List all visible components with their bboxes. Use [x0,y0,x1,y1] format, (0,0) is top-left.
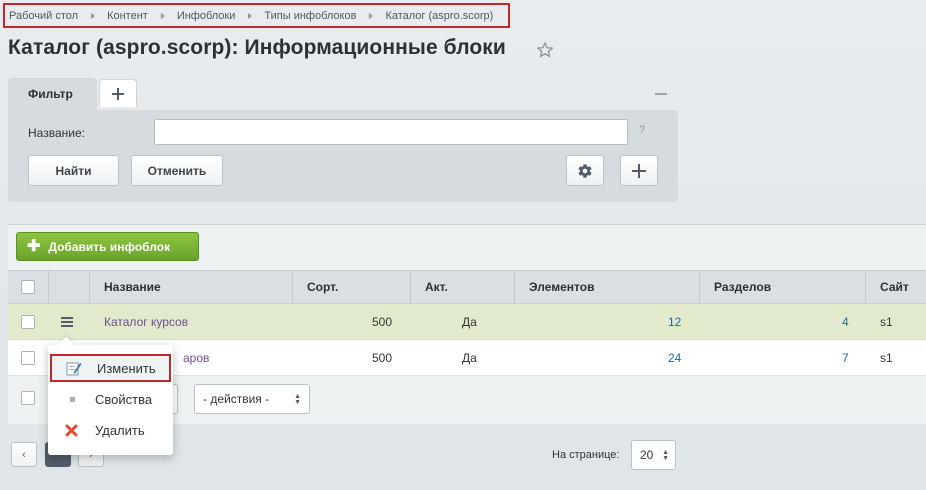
breadcrumb: Рабочий стол Контент Инфоблоки Типы инфо… [3,3,510,28]
page-title: Каталог (aspro.scorp): Информационные бл… [8,36,506,59]
actions-select-label: - действия - [203,392,270,406]
row-name-link[interactable]: Каталог курсов [104,304,188,340]
filter-panel: Название: ? Найти Отменить [8,110,678,202]
minimize-filter-icon[interactable] [655,93,667,95]
find-button[interactable]: Найти [28,155,119,186]
menu-item-properties-label: Свойства [95,391,153,407]
breadcrumb-iblocks[interactable]: Инфоблоки [177,10,236,22]
footer-checkbox[interactable] [21,391,35,405]
column-name[interactable]: Название [89,271,292,303]
gear-icon [578,163,592,178]
table-header: Название Сорт. Акт. Элементов Разделов С… [8,270,926,304]
row-active: Да [462,351,477,365]
add-iblock-label: Добавить инфоблок [48,239,171,254]
menu-item-delete[interactable]: Удалить [50,416,171,444]
breadcrumb-separator-icon [160,12,165,19]
delete-icon [65,424,78,437]
column-actions [48,271,89,303]
select-arrows-icon: ▲ ▼ [294,393,301,406]
column-elements[interactable]: Элементов [514,271,699,303]
column-site[interactable]: Сайт [865,271,926,303]
row-checkbox[interactable] [21,351,35,365]
breadcrumb-separator-icon [91,12,96,19]
menu-item-edit-label: Изменить [97,360,156,376]
add-filter-tab-button[interactable] [99,79,137,107]
per-page-value: 20 [640,448,654,462]
menu-item-properties[interactable]: Свойства [50,385,171,413]
breadcrumb-desktop[interactable]: Рабочий стол [9,10,78,22]
menu-item-edit[interactable]: Изменить [50,354,171,382]
breadcrumb-catalog[interactable]: Каталог (aspro.scorp) [385,10,493,22]
actions-select[interactable]: - действия - ▲ ▼ [194,384,310,414]
per-page-label: На странице: [552,449,620,461]
select-all-checkbox[interactable] [21,280,35,294]
breadcrumb-separator-icon [248,12,253,19]
breadcrumb-content[interactable]: Контент [107,10,148,22]
row-site: s1 [880,351,893,365]
menu-item-delete-label: Удалить [95,422,145,438]
row-sections-link[interactable]: 4 [842,304,849,340]
star-icon[interactable] [536,41,554,59]
row-sections-link[interactable]: 7 [842,340,849,376]
row-active: Да [462,315,477,329]
row-name-link[interactable]: аров [183,340,209,376]
table-row[interactable]: Каталог курсов 500 Да 12 4 s1 [8,304,926,340]
cancel-button[interactable]: Отменить [131,155,223,186]
filter-tabs: Фильтр [8,78,137,110]
name-filter-input[interactable] [154,119,628,145]
plus-icon [632,163,646,178]
row-elements-link[interactable]: 24 [668,340,681,376]
row-elements-link[interactable]: 12 [668,304,681,340]
breadcrumb-iblock-types[interactable]: Типы инфоблоков [264,10,356,22]
add-filter-field-button[interactable] [620,155,658,186]
add-iblock-button[interactable]: ✚ Добавить инфоблок [16,232,199,261]
row-sort: 500 [372,351,393,365]
prev-page-button[interactable]: ‹ [11,442,37,467]
per-page-select[interactable]: 20 ▲ ▼ [631,440,676,470]
name-filter-label: Название: [28,126,85,140]
row-context-menu: Изменить Свойства Удалить [48,345,173,455]
column-sort[interactable]: Сорт. [292,271,410,303]
column-active[interactable]: Акт. [410,271,514,303]
menu-icon[interactable] [61,317,73,327]
select-arrows-icon: ▲ ▼ [662,449,669,462]
properties-icon [70,397,75,402]
tab-filter[interactable]: Фильтр [8,78,97,110]
row-sort: 500 [372,315,393,329]
breadcrumb-separator-icon [369,12,374,19]
plus-icon [112,87,124,100]
plus-icon: ✚ [27,237,41,255]
chevron-left-icon: ‹ [22,448,26,461]
help-icon[interactable]: ? [639,124,645,136]
filter-settings-button[interactable] [566,155,604,186]
row-checkbox[interactable] [21,315,35,329]
row-site: s1 [880,315,893,329]
column-sections[interactable]: Разделов [699,271,865,303]
edit-icon [66,362,82,376]
